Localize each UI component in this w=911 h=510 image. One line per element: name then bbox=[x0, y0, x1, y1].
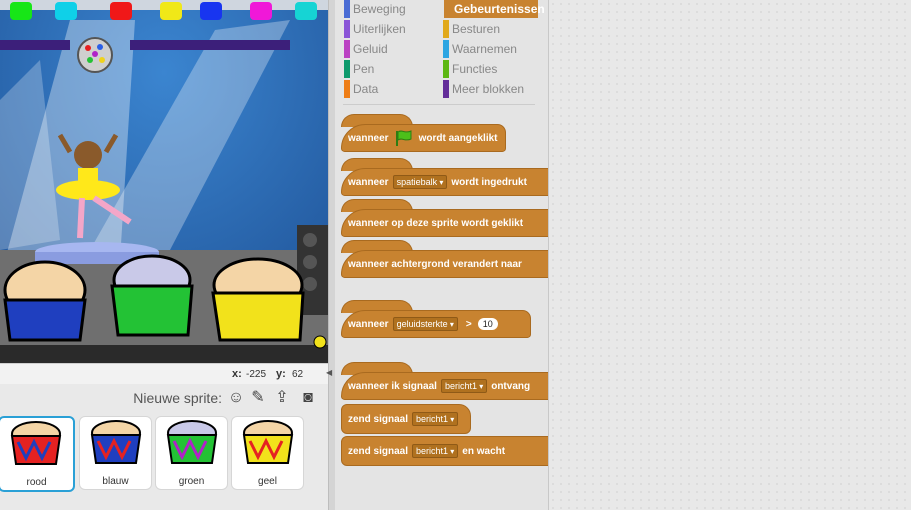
block-when-loudness-greater[interactable]: wanneer geluidsterkte > 10 bbox=[341, 310, 531, 338]
drum-thumbnail bbox=[242, 420, 294, 464]
block-text: wordt aangeklikt bbox=[418, 132, 498, 144]
category-uiterlijken[interactable]: Uiterlijken bbox=[341, 20, 406, 38]
category-label: Uiterlijken bbox=[353, 22, 406, 36]
category-label: Pen bbox=[353, 62, 375, 76]
sprite-thumb-groen[interactable]: groen bbox=[155, 416, 228, 490]
sprite-thumb-geel[interactable]: geel bbox=[231, 416, 304, 490]
sprite-name: rood bbox=[26, 477, 47, 488]
block-text: wanneer bbox=[348, 176, 389, 188]
sprite-thumb-blauw[interactable]: blauw bbox=[79, 416, 152, 490]
operator-text: > bbox=[465, 318, 472, 330]
block-text: en wacht bbox=[462, 445, 506, 457]
category-pen[interactable]: Pen bbox=[341, 60, 374, 78]
block-text: zend signaal bbox=[348, 445, 409, 457]
stage-scene bbox=[0, 0, 328, 363]
stage[interactable] bbox=[0, 0, 328, 363]
category-color-swatch bbox=[443, 20, 449, 38]
sprite-name: groen bbox=[178, 476, 205, 487]
category-beweging[interactable]: Beweging bbox=[341, 0, 406, 18]
message-dropdown[interactable]: bericht1 bbox=[412, 444, 459, 458]
y-value: 62 bbox=[292, 369, 304, 380]
category-label: Waarnemen bbox=[452, 42, 517, 56]
block-text: wanneer op deze sprite wordt geklikt bbox=[348, 217, 524, 229]
message-dropdown[interactable]: bericht1 bbox=[440, 379, 488, 393]
y-label: y: bbox=[276, 368, 286, 380]
drum-thumbnail bbox=[166, 420, 218, 464]
block-broadcast[interactable]: zend signaal bericht1 bbox=[341, 404, 472, 434]
sensor-dropdown[interactable]: geluidsterkte bbox=[392, 317, 458, 331]
choose-sprite-from-library-icon[interactable]: ☺ bbox=[226, 388, 246, 408]
block-when-backdrop-switches[interactable]: wanneer achtergrond verandert naar bbox=[341, 250, 548, 278]
stage-lights bbox=[10, 2, 317, 20]
paint-new-sprite-icon[interactable]: ✎ bbox=[248, 388, 268, 408]
category-color-swatch bbox=[344, 40, 350, 58]
category-label: Gebeurtenissen bbox=[454, 2, 545, 16]
sprite-thumb-rood[interactable]: rood bbox=[0, 416, 75, 492]
sprite-name: geel bbox=[258, 476, 277, 487]
message-dropdown[interactable]: bericht1 bbox=[412, 412, 459, 426]
category-geluid[interactable]: Geluid bbox=[341, 40, 388, 58]
green-flag-icon bbox=[395, 130, 412, 146]
category-color-swatch bbox=[443, 80, 449, 98]
drum-green[interactable] bbox=[110, 254, 194, 337]
x-label: x: bbox=[232, 368, 242, 380]
sprite-pane: Nieuwe sprite: ☺ ✎ ⇪ ◙ rood blauw groen bbox=[0, 384, 328, 510]
block-when-sprite-clicked[interactable]: wanneer op deze sprite wordt geklikt bbox=[341, 209, 548, 237]
drum-red[interactable] bbox=[3, 260, 87, 342]
block-broadcast-and-wait[interactable]: zend signaal bericht1 en wacht bbox=[341, 436, 548, 466]
script-area[interactable] bbox=[549, 0, 911, 510]
new-sprite-label: Nieuwe sprite: bbox=[133, 390, 222, 406]
block-text: wanneer achtergrond verandert naar bbox=[348, 258, 522, 270]
category-label: Besturen bbox=[452, 22, 501, 36]
drum-thumbnail bbox=[90, 420, 142, 464]
collapse-stage-icon[interactable]: ◀ bbox=[326, 368, 334, 380]
key-dropdown[interactable]: spatiebalk bbox=[392, 175, 448, 189]
pane-divider bbox=[328, 0, 335, 510]
block-text: wanneer ik signaal bbox=[348, 380, 437, 392]
category-meer-blokken[interactable]: Meer blokken bbox=[440, 80, 524, 98]
upload-sprite-icon[interactable]: ⇪ bbox=[272, 388, 292, 408]
category-functies[interactable]: Functies bbox=[440, 60, 497, 78]
category-label: Beweging bbox=[353, 2, 406, 16]
category-label: Functies bbox=[452, 62, 498, 76]
block-text: zend signaal bbox=[348, 413, 409, 425]
block-when-i-receive[interactable]: wanneer ik signaal bericht1 ontvang bbox=[341, 372, 548, 400]
block-text: wordt ingedrukt bbox=[451, 176, 527, 188]
category-color-swatch bbox=[443, 60, 449, 78]
category-color-swatch bbox=[344, 0, 350, 18]
category-color-swatch bbox=[344, 60, 350, 78]
block-text: ontvang bbox=[491, 380, 531, 392]
x-value: -225 bbox=[246, 369, 267, 380]
camera-icon[interactable]: ◙ bbox=[298, 388, 318, 408]
palette-separator bbox=[343, 104, 535, 105]
block-when-flag-clicked[interactable]: wanneer wordt aangeklikt bbox=[341, 124, 507, 152]
category-data[interactable]: Data bbox=[341, 80, 378, 98]
block-text: wanneer bbox=[348, 318, 389, 330]
category-waarnemen[interactable]: Waarnemen bbox=[440, 40, 517, 58]
block-palette: Beweging Uiterlijken Geluid Pen Data Geb… bbox=[335, 0, 549, 510]
category-color-swatch bbox=[344, 80, 350, 98]
category-color-swatch bbox=[344, 20, 350, 38]
category-label: Data bbox=[353, 82, 379, 96]
block-when-key-pressed[interactable]: wanneer spatiebalk wordt ingedrukt bbox=[341, 168, 548, 196]
category-gebeurtenissen[interactable]: Gebeurtenissen bbox=[444, 0, 545, 18]
drum-thumbnail bbox=[10, 421, 62, 465]
sprite-name: blauw bbox=[102, 476, 129, 487]
category-besturen[interactable]: Besturen bbox=[440, 20, 500, 38]
threshold-input[interactable]: 10 bbox=[477, 318, 498, 330]
block-text: wanneer bbox=[348, 132, 389, 144]
category-label: Geluid bbox=[353, 42, 388, 56]
category-label: Meer blokken bbox=[452, 82, 525, 96]
category-color-swatch bbox=[443, 40, 449, 58]
mouse-coordinates: x: -225 y: 62 bbox=[0, 363, 328, 385]
